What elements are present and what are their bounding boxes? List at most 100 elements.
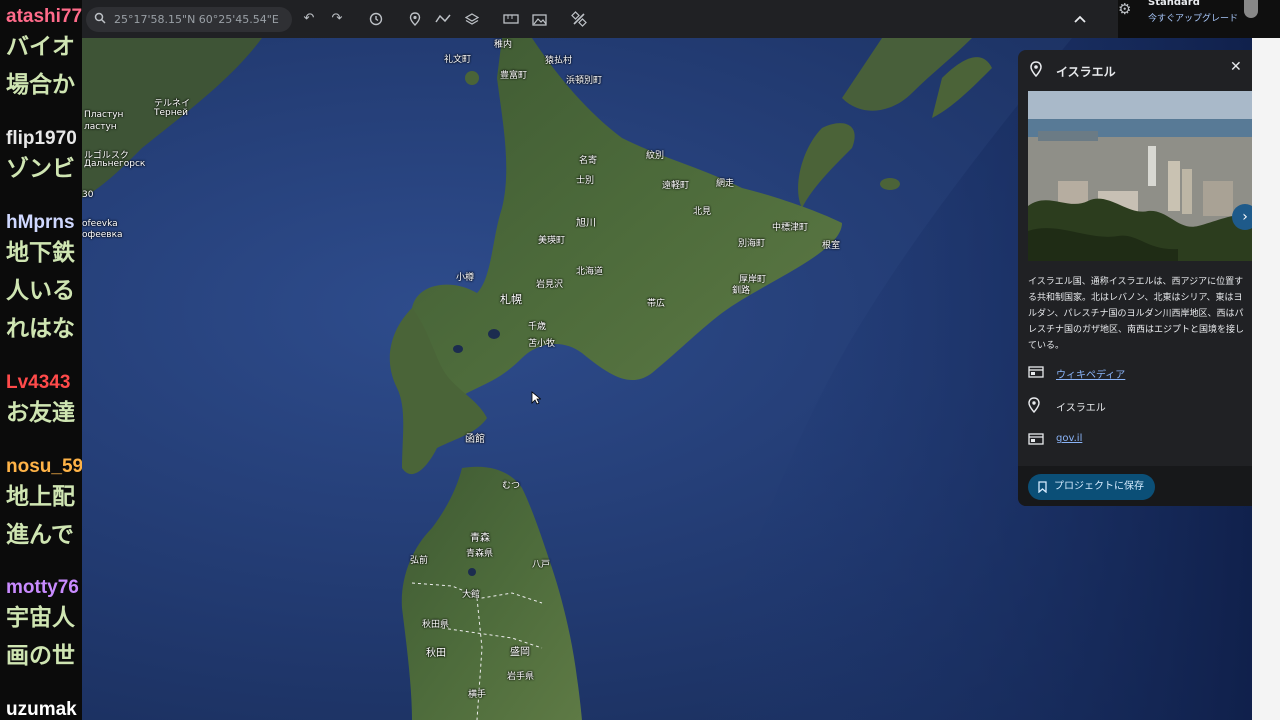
- place-label: 苫小牧: [528, 339, 556, 349]
- history-icon[interactable]: [367, 10, 385, 28]
- place-label: むつ: [502, 481, 521, 491]
- place-label: офеевка: [82, 230, 123, 240]
- chat-text: れはな: [6, 316, 75, 342]
- wikipedia-link[interactable]: ウィキペディア: [1056, 366, 1125, 381]
- city-photo: [1028, 91, 1252, 261]
- bookmark-icon: [1038, 474, 1047, 504]
- plan-label: Standard: [1148, 0, 1200, 8]
- save-to-project-button[interactable]: プロジェクトに保存: [1028, 474, 1155, 500]
- chat-message: Lv4343 お友達: [6, 372, 75, 432]
- chat-message: hMprns 地下鉄 人いる れはな: [6, 212, 75, 348]
- pin-icon[interactable]: [406, 10, 424, 28]
- place-label: 青森: [470, 533, 490, 544]
- place-label: ルゴルスク: [84, 151, 129, 161]
- image-icon[interactable]: [531, 10, 549, 28]
- place-label: 釧路: [732, 286, 751, 296]
- lake: [453, 345, 463, 353]
- place-label: 浜頓別町: [566, 76, 603, 86]
- search-icon: [86, 12, 114, 27]
- place-photo[interactable]: ›: [1028, 91, 1252, 261]
- place-label: 横手: [468, 690, 487, 700]
- place-label: 函館: [465, 434, 485, 445]
- place-label: 豊富町: [500, 71, 528, 81]
- place-row: イスラエル: [1028, 397, 1248, 417]
- chat-text: 宇宙人: [6, 605, 75, 631]
- place-label: 別海町: [738, 239, 766, 249]
- chat-text: 地上配: [6, 484, 75, 510]
- undo-icon[interactable]: ↶: [300, 10, 318, 28]
- chevron-up-icon[interactable]: [1070, 9, 1090, 29]
- next-photo-button[interactable]: ›: [1232, 204, 1252, 230]
- place-label: 名寄: [579, 156, 598, 166]
- chat-username: uzumak: [6, 699, 77, 720]
- search-box[interactable]: [86, 7, 292, 32]
- path-icon[interactable]: [434, 10, 452, 28]
- location-pin-icon: [1030, 61, 1044, 78]
- mouse-cursor-icon: [531, 391, 541, 405]
- knowledge-panel: イスラエル ✕ › イスラエル国、通称イスラエルは、西アジアに位置する共和制国家…: [1018, 50, 1252, 506]
- place-label: 北海道: [576, 267, 604, 277]
- account-area: ⚙ Standard 今すぐアップグレード: [1118, 0, 1280, 38]
- place-label: 岩見沢: [536, 280, 564, 290]
- upgrade-link[interactable]: 今すぐアップグレード: [1148, 11, 1238, 24]
- chat-username: atashi77: [6, 6, 82, 27]
- chat-message: motty76 宇宙人 画の世: [6, 577, 79, 675]
- place-icon: [1028, 397, 1044, 414]
- close-icon[interactable]: ✕: [1230, 59, 1242, 75]
- place-label: 札幌: [500, 293, 522, 306]
- place-label: 盛岡: [510, 647, 530, 658]
- website-row[interactable]: gov.il: [1028, 431, 1248, 451]
- scrollbar-strip: [1252, 38, 1280, 720]
- redo-icon[interactable]: ↷: [328, 10, 346, 28]
- place-description: イスラエル国、通称イスラエルは、西アジアに位置する共和制国家。北はレバノン、北東…: [1028, 277, 1245, 351]
- place-label: Пластун: [84, 110, 124, 120]
- chat-text: 場合か: [6, 72, 75, 98]
- ruler-icon[interactable]: [502, 10, 520, 28]
- place-label: 中標津町: [772, 223, 809, 233]
- panel-footer: プロジェクトに保存: [1018, 466, 1252, 506]
- place-label: 網走: [716, 179, 735, 189]
- web-icon: [1028, 431, 1044, 447]
- gear-icon[interactable]: ⚙: [1118, 0, 1134, 18]
- place-label: 遠軽町: [662, 181, 690, 191]
- panel-title: イスラエル: [1056, 65, 1116, 79]
- place-label: 青森県: [466, 549, 494, 559]
- panel-header: イスラエル ✕: [1018, 50, 1252, 88]
- chat-overlay: atashi77 バイオ 場合か flip1970 ゾンビ hMprns 地下鉄…: [0, 0, 82, 720]
- website-link[interactable]: gov.il: [1056, 433, 1082, 444]
- place-label: 稚内: [494, 40, 513, 50]
- honshu: [401, 466, 582, 720]
- chat-message: uzumak: [6, 699, 77, 720]
- chat-username: nosu_59: [6, 456, 82, 477]
- place-name: イスラエル: [1056, 403, 1106, 414]
- island: [880, 178, 900, 190]
- chat-message: nosu_59 地上配 進んで: [6, 456, 82, 554]
- place-label: Терней: [154, 108, 189, 118]
- place-label: 千歳: [528, 322, 547, 332]
- avatar[interactable]: [1244, 0, 1258, 18]
- place-label: 士別: [576, 176, 595, 186]
- rishiri-island: [465, 71, 479, 85]
- search-input[interactable]: [114, 13, 284, 26]
- chat-text: ゾンビ: [6, 156, 75, 182]
- chat-text: お友達: [6, 400, 75, 426]
- satellite-icon[interactable]: [570, 10, 588, 28]
- place-label: 岩手県: [507, 672, 535, 682]
- lake: [488, 329, 500, 339]
- place-label: 北見: [693, 207, 712, 217]
- layers-icon[interactable]: [463, 10, 481, 28]
- chat-username: hMprns: [6, 212, 75, 233]
- save-to-project-label: プロジェクトに保存: [1054, 481, 1144, 492]
- wikipedia-row[interactable]: ウィキペディア: [1028, 364, 1248, 384]
- chat-text: 地下鉄: [6, 240, 75, 266]
- toolbar: ↶ ↷ ⚙ Standard 今すぐアップグレード: [82, 0, 1280, 38]
- place-label: 根室: [822, 241, 841, 251]
- place-label: 秋田: [426, 648, 446, 659]
- place-label: 小樽: [456, 273, 475, 283]
- chat-message: flip1970 ゾンビ: [6, 128, 77, 188]
- place-label: 帯広: [647, 299, 666, 309]
- chat-text: 進んで: [6, 522, 74, 548]
- chat-username: flip1970: [6, 128, 77, 149]
- chat-text: 人いる: [6, 278, 75, 304]
- place-label: 秋田県: [422, 620, 450, 630]
